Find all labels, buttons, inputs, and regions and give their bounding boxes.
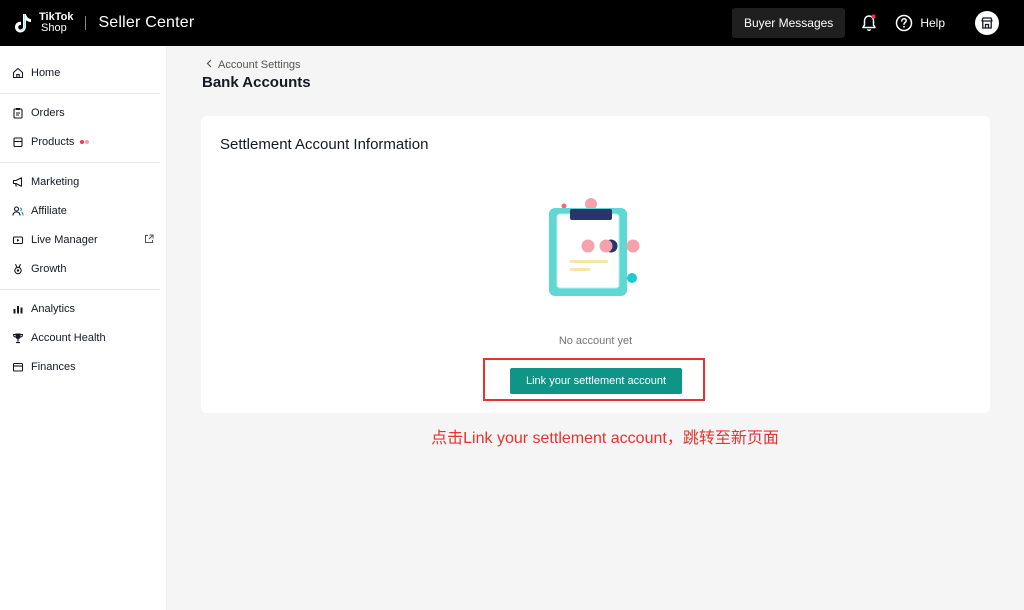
sidebar-item-label: Analytics [31, 303, 76, 315]
bar-chart-icon [12, 303, 24, 315]
sidebar-item-label: Products [31, 136, 75, 148]
sidebar-item-products[interactable]: Products [0, 131, 160, 153]
tiktok-logo-icon [12, 12, 34, 34]
sidebar: Home Orders Products Marketing Affiliate… [0, 46, 167, 610]
home-icon [12, 67, 24, 79]
chevron-left-icon [206, 59, 212, 71]
settlement-account-card: Settlement Account Information No accoun… [201, 116, 990, 413]
sidebar-item-home[interactable]: Home [0, 62, 160, 84]
sidebar-item-account-health[interactable]: Account Health [0, 327, 160, 349]
sidebar-item-label: Marketing [31, 176, 80, 188]
empty-state-text: No account yet [558, 335, 633, 347]
megaphone-icon [12, 176, 24, 188]
link-settlement-account-button[interactable]: Link your settlement account [510, 368, 682, 394]
sidebar-item-label: Home [31, 67, 61, 79]
sidebar-item-label: Affiliate [31, 205, 67, 217]
sidebar-item-growth[interactable]: Growth [0, 258, 160, 280]
new-badge-dot [85, 140, 90, 144]
sidebar-item-label: Finances [31, 361, 76, 373]
sidebar-divider [0, 289, 160, 290]
box-icon [12, 136, 24, 148]
notification-bell-icon[interactable] [859, 13, 879, 33]
empty-clipboard-illustration [544, 196, 644, 301]
sidebar-item-affiliate[interactable]: Affiliate [0, 200, 160, 222]
page-title: Bank Accounts [202, 74, 311, 91]
new-badge-dot [80, 140, 85, 144]
card-title: Settlement Account Information [220, 136, 429, 153]
sidebar-item-label: Orders [31, 107, 65, 119]
store-avatar-icon[interactable] [975, 11, 999, 35]
header-divider [85, 16, 87, 30]
logo-subtitle: Shop [41, 22, 67, 34]
sidebar-divider [0, 93, 160, 94]
sidebar-item-finances[interactable]: Finances [0, 356, 160, 378]
sidebar-divider [0, 162, 160, 163]
help-icon [896, 14, 913, 32]
help-button[interactable]: Help [895, 14, 945, 32]
external-link-icon[interactable] [144, 234, 154, 247]
trophy-icon [12, 332, 24, 344]
sidebar-item-marketing[interactable]: Marketing [0, 171, 160, 193]
tiktok-shop-logo[interactable]: TikTok Shop [12, 12, 73, 34]
breadcrumb[interactable]: Account Settings [206, 59, 301, 71]
people-icon [12, 205, 24, 217]
live-icon [12, 234, 24, 246]
sidebar-item-label: Growth [31, 263, 67, 275]
sidebar-item-orders[interactable]: Orders [0, 102, 160, 124]
buyer-messages-button[interactable]: Buyer Messages [731, 8, 846, 38]
medal-icon [12, 263, 24, 275]
sidebar-item-label: Account Health [31, 332, 106, 344]
top-bar: TikTok Shop Seller Center Buyer Messages… [0, 0, 1024, 46]
breadcrumb-link[interactable]: Account Settings [218, 59, 301, 71]
wallet-icon [12, 361, 24, 373]
sidebar-item-live-manager[interactable]: Live Manager [0, 229, 160, 251]
clipboard-icon [12, 107, 24, 119]
sidebar-item-analytics[interactable]: Analytics [0, 298, 160, 320]
instruction-annotation: 点击Link your settlement account，跳转至新页面 [431, 430, 779, 447]
sidebar-item-label: Live Manager [31, 234, 98, 246]
app-title: Seller Center [98, 14, 195, 31]
help-label: Help [920, 16, 945, 30]
